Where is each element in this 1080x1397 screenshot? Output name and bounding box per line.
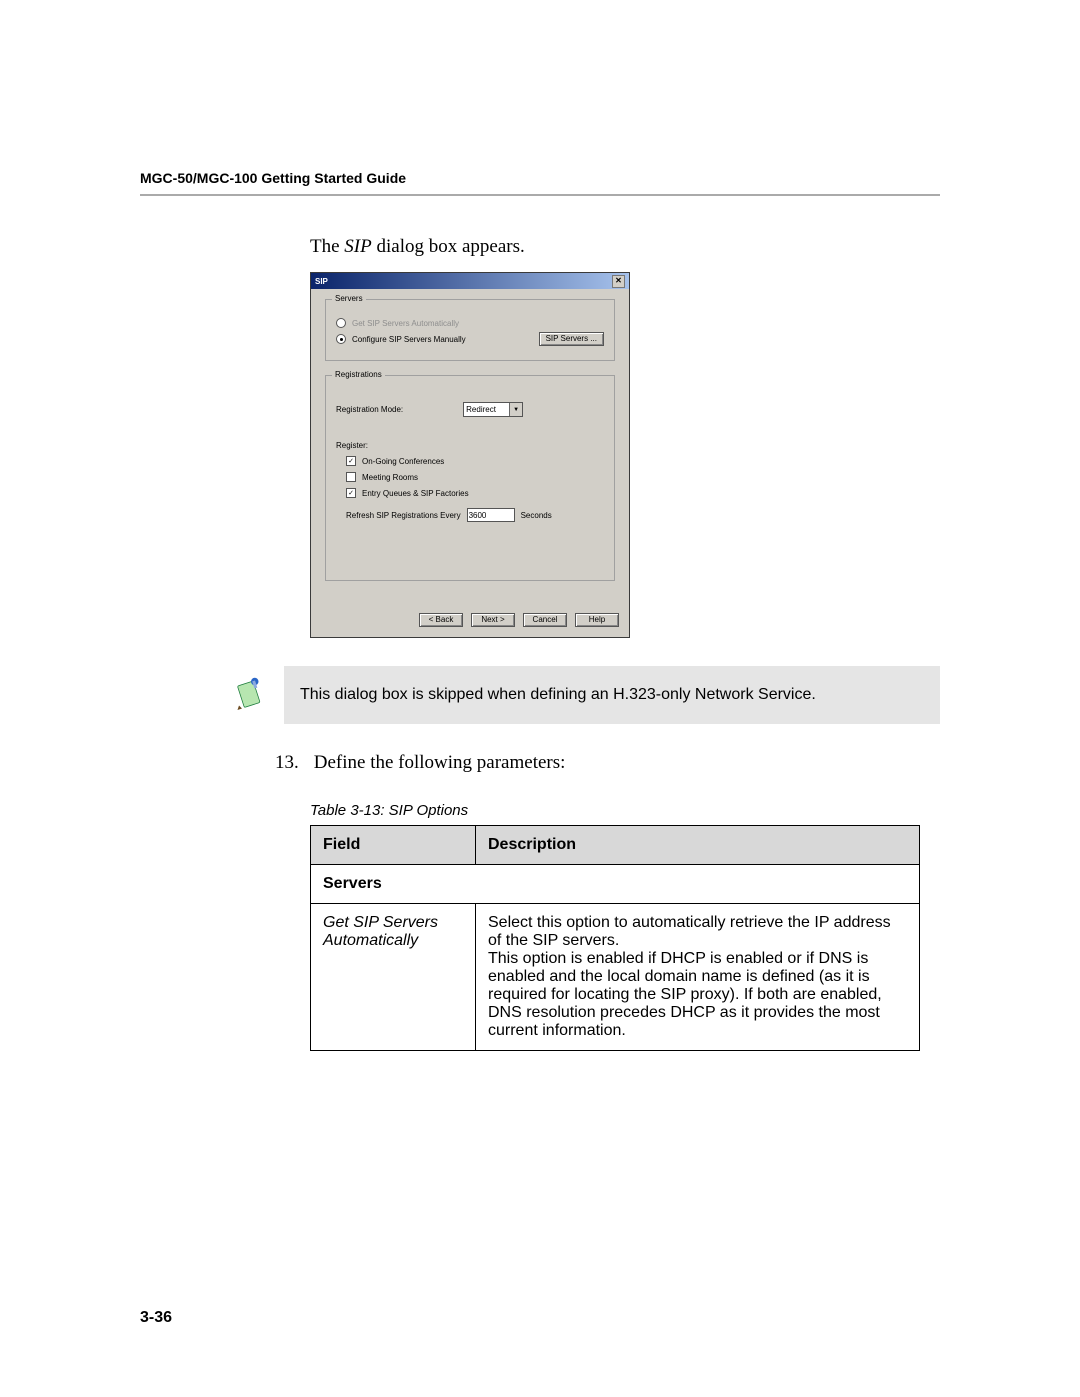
table-row1-desc: Select this option to automatically retr…	[476, 904, 920, 1051]
servers-group: Servers Get SIP Servers Automatically Co…	[325, 299, 615, 361]
dialog-titlebar: SIP ✕	[311, 273, 629, 289]
check-ongoing-label: On-Going Conferences	[362, 457, 444, 466]
radio-automatic-label: Get SIP Servers Automatically	[352, 319, 459, 328]
page-number: 3-36	[140, 1309, 172, 1327]
table-caption: Table 3-13: SIP Options	[310, 802, 940, 819]
radio-automatic[interactable]	[336, 318, 346, 328]
step-13: 13. Define the following parameters:	[275, 752, 940, 774]
registration-mode-value: Redirect	[466, 405, 496, 414]
th-desc: Description	[476, 826, 920, 865]
note-icon	[230, 677, 266, 713]
page-header: MGC-50/MGC-100 Getting Started Guide	[140, 170, 940, 196]
sip-options-table: Field Description Servers Get SIP Server…	[310, 825, 920, 1051]
next-button[interactable]: Next >	[471, 613, 515, 627]
servers-legend: Servers	[332, 294, 366, 303]
radio-manual-label: Configure SIP Servers Manually	[352, 335, 466, 344]
dialog-title: SIP	[315, 277, 328, 286]
intro-italic: SIP	[344, 236, 371, 257]
registrations-group: Registrations Registration Mode: Redirec…	[325, 375, 615, 581]
note-text: This dialog box is skipped when defining…	[284, 666, 940, 724]
back-button[interactable]: < Back	[419, 613, 463, 627]
table-section-servers: Servers	[311, 865, 920, 904]
registrations-legend: Registrations	[332, 370, 385, 379]
intro-prefix: The	[310, 236, 344, 257]
check-ongoing[interactable]: ✓	[346, 456, 356, 466]
refresh-input[interactable]	[467, 508, 515, 522]
step-number: 13.	[275, 752, 309, 774]
step-text: Define the following parameters:	[314, 752, 566, 773]
check-meeting[interactable]	[346, 472, 356, 482]
check-meeting-label: Meeting Rooms	[362, 473, 418, 482]
radio-manual[interactable]	[336, 334, 346, 344]
sip-dialog: SIP ✕ Servers Get SIP Servers Automatica…	[310, 272, 630, 638]
th-field: Field	[311, 826, 476, 865]
help-button[interactable]: Help	[575, 613, 619, 627]
refresh-label: Refresh SIP Registrations Every	[346, 511, 461, 520]
intro-suffix: dialog box appears.	[372, 236, 525, 257]
register-label: Register:	[336, 441, 604, 450]
sip-servers-button[interactable]: SIP Servers ...	[539, 332, 604, 346]
close-icon[interactable]: ✕	[612, 275, 625, 288]
intro-text: The SIP dialog box appears.	[310, 236, 940, 258]
chevron-down-icon: ▼	[509, 403, 522, 416]
refresh-unit: Seconds	[521, 511, 552, 520]
check-entry-label: Entry Queues & SIP Factories	[362, 489, 469, 498]
cancel-button[interactable]: Cancel	[523, 613, 567, 627]
registration-mode-select[interactable]: Redirect ▼	[463, 402, 523, 417]
check-entry[interactable]: ✓	[346, 488, 356, 498]
registration-mode-label: Registration Mode:	[336, 405, 403, 414]
table-row1-field: Get SIP Servers Automatically	[311, 904, 476, 1051]
